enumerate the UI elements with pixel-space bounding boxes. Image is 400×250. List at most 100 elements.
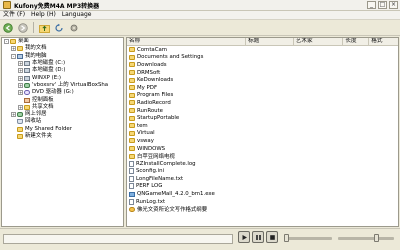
- list-item[interactable]: Virtual: [127, 130, 398, 138]
- menu-file[interactable]: 文件 (F): [0, 11, 28, 19]
- list-header: 名称 标题 艺术家 长度 格式: [127, 38, 398, 46]
- tree-item[interactable]: + 本地磁盘 (D:): [2, 67, 123, 74]
- menu-help[interactable]: Help (H): [28, 11, 59, 19]
- list-item[interactable]: Sconfig.ini: [127, 168, 398, 176]
- window-controls: _ □ ×: [367, 1, 398, 9]
- maximize-button[interactable]: □: [378, 1, 387, 9]
- column-title[interactable]: 标题: [246, 38, 294, 45]
- expand-icon[interactable]: +: [18, 82, 23, 88]
- folder-icon: [129, 62, 135, 68]
- tree-item[interactable]: + 共享文档: [2, 104, 123, 111]
- list-item-name: DRMSoft: [137, 69, 161, 76]
- list-item[interactable]: LongFileName.txt: [127, 175, 398, 183]
- list-item-name: Program Files: [137, 92, 174, 99]
- list-item[interactable]: ComtaCam: [127, 46, 398, 54]
- bin-icon: [17, 119, 23, 125]
- expand-icon[interactable]: +: [18, 75, 23, 81]
- list-item-name: vsway: [137, 137, 154, 144]
- volume-slider[interactable]: [338, 234, 394, 242]
- list-item-name: RadioRecord: [137, 99, 171, 106]
- folder-icon: [129, 153, 135, 159]
- up-folder-icon[interactable]: [38, 22, 50, 34]
- folder-icon: [17, 46, 23, 52]
- tree-item[interactable]: 新建文件夹: [2, 133, 123, 140]
- list-item[interactable]: DRMSoft: [127, 69, 398, 77]
- expand-icon[interactable]: +: [18, 90, 23, 96]
- doc-icon: [129, 160, 134, 167]
- volume-slider-thumb[interactable]: [373, 234, 379, 242]
- column-format[interactable]: 格式: [369, 38, 398, 45]
- track-slider[interactable]: [284, 234, 332, 242]
- list-item-name: ComtaCam: [137, 46, 168, 53]
- play-icon[interactable]: [238, 231, 250, 243]
- folder-icon: [129, 54, 135, 60]
- tree-item[interactable]: + WINXP (E:): [2, 74, 123, 81]
- tree-item[interactable]: 控制面板: [2, 96, 123, 103]
- title-bar: Kufony免费M4A MP3转换器 _ □ ×: [0, 0, 400, 11]
- collapse-icon[interactable]: -: [4, 39, 9, 45]
- list-item[interactable]: tem: [127, 122, 398, 130]
- close-button[interactable]: ×: [389, 1, 398, 9]
- folder-icon: [129, 130, 135, 136]
- list-item[interactable]: RunRoute: [127, 107, 398, 115]
- list-item-name: KeDownloads: [137, 77, 174, 84]
- tree-item[interactable]: + 我的文档: [2, 45, 123, 52]
- track-slider-thumb[interactable]: [284, 234, 289, 242]
- folder-icon: [129, 108, 135, 114]
- folder-icon: [17, 134, 23, 139]
- column-length[interactable]: 长度: [343, 38, 370, 45]
- expand-icon[interactable]: +: [18, 104, 23, 110]
- refresh-icon[interactable]: [53, 22, 65, 34]
- tree-item[interactable]: + DVD 驱动器 (G:): [2, 89, 123, 96]
- collapse-icon[interactable]: -: [11, 53, 16, 59]
- back-icon[interactable]: [2, 22, 14, 34]
- tree-item[interactable]: + 网上邻居: [2, 111, 123, 118]
- doc-icon: [129, 175, 134, 182]
- tree-item[interactable]: My Shared Folder: [2, 126, 123, 133]
- tree-item-label: 我的电脑: [25, 52, 47, 59]
- tree-item-label: 'vboxsrv' 上的 VirtualBoxSha: [32, 81, 109, 88]
- list-item[interactable]: RZInstallComplete.log: [127, 160, 398, 168]
- column-artist[interactable]: 艺术家: [294, 38, 344, 45]
- expand-icon[interactable]: +: [11, 112, 16, 118]
- list-item[interactable]: vsway: [127, 137, 398, 145]
- list-item[interactable]: RadioRecord: [127, 99, 398, 107]
- tree-item[interactable]: 回收站: [2, 118, 123, 125]
- file-list[interactable]: 名称 标题 艺术家 长度 格式 ComtaCam Documents and Se…: [126, 37, 399, 227]
- tree-item-label: 回收站: [25, 118, 42, 125]
- list-item[interactable]: QNGameMall_4.2.0_bm1.exe: [127, 190, 398, 198]
- tree-item[interactable]: - 桌面: [2, 38, 123, 45]
- forward-icon[interactable]: [17, 22, 29, 34]
- list-item[interactable]: PERF LOG: [127, 183, 398, 191]
- minimize-button[interactable]: _: [367, 1, 376, 9]
- mp3-icon: [129, 206, 135, 212]
- tree-item[interactable]: + 'vboxsrv' 上的 VirtualBoxSha: [2, 82, 123, 89]
- app-icon: [3, 1, 11, 9]
- expand-icon[interactable]: +: [18, 68, 23, 74]
- list-item[interactable]: Downloads: [127, 61, 398, 69]
- column-name[interactable]: 名称: [127, 38, 247, 45]
- stop-icon[interactable]: [266, 231, 278, 243]
- expand-icon[interactable]: +: [18, 61, 23, 67]
- list-item-name: PERF LOG: [136, 183, 163, 190]
- settings-icon[interactable]: [68, 22, 80, 34]
- folder-icon: [129, 47, 135, 53]
- folder-icon: [10, 39, 16, 45]
- list-item-name: My PDF: [137, 84, 158, 91]
- list-item[interactable]: 佛光文资所论文写作格式纲要: [127, 205, 398, 213]
- list-item-name: Virtual: [137, 130, 155, 137]
- list-item[interactable]: My PDF: [127, 84, 398, 92]
- list-item[interactable]: KeDownloads: [127, 76, 398, 84]
- folder-tree[interactable]: - 桌面 + 我的文档 - 我的电脑 + 本地磁盘 (C:) + 本地磁盘 (D:) + WINXP …: [1, 37, 124, 227]
- folder-icon: [24, 104, 30, 110]
- tree-item[interactable]: - 我的电脑: [2, 53, 123, 60]
- pc-icon: [17, 53, 23, 59]
- list-item[interactable]: Program Files: [127, 92, 398, 100]
- list-item[interactable]: StartupPortable: [127, 114, 398, 122]
- drive-icon: [24, 75, 30, 81]
- list-item[interactable]: 白苹豆网络电视: [127, 152, 398, 160]
- menu-language[interactable]: Language: [59, 11, 95, 19]
- list-item[interactable]: Documents and Settings: [127, 54, 398, 62]
- expand-icon[interactable]: +: [11, 46, 16, 52]
- pause-icon[interactable]: [252, 231, 264, 243]
